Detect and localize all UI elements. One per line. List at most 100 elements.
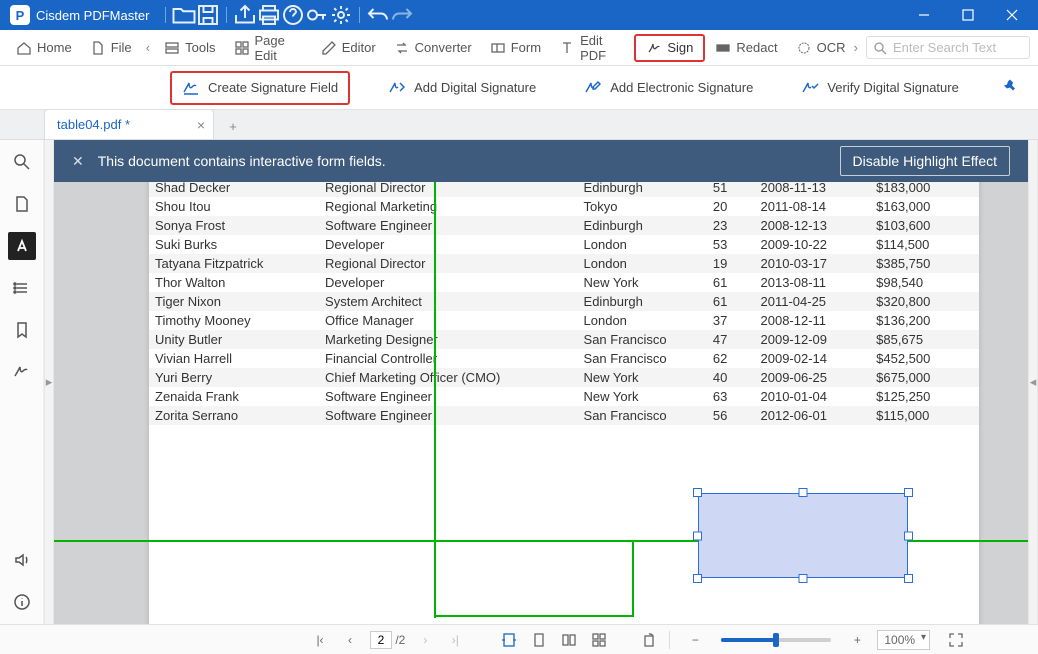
- table-cell: Vivian Harrell: [149, 349, 319, 368]
- next-page-icon[interactable]: ›: [415, 630, 435, 650]
- save-icon[interactable]: [196, 3, 220, 27]
- pages-panel-icon[interactable]: [8, 190, 36, 218]
- table-cell: Suki Burks: [149, 235, 319, 254]
- redo-icon[interactable]: [390, 3, 414, 27]
- expand-right-icon[interactable]: ◂: [1028, 140, 1038, 624]
- document-tab[interactable]: table04.pdf * ×: [44, 109, 214, 139]
- search-input[interactable]: [893, 40, 1023, 55]
- tab-converter-label: Converter: [415, 40, 472, 55]
- table-cell: $452,500: [870, 349, 979, 368]
- close-notice-icon[interactable]: ✕: [72, 153, 84, 170]
- table-cell: $115,000: [870, 406, 979, 425]
- table-row: Shou ItouRegional MarketingTokyo202011-0…: [149, 197, 979, 216]
- table-cell: $320,800: [870, 292, 979, 311]
- page-number-input[interactable]: [370, 631, 392, 649]
- resize-handle-br[interactable]: [904, 574, 913, 583]
- table-cell: Sonya Frost: [149, 216, 319, 235]
- fit-page-icon[interactable]: [529, 630, 549, 650]
- table-cell: 40: [707, 368, 755, 387]
- chevron-right-icon[interactable]: ›: [849, 38, 862, 58]
- resize-handle-bl[interactable]: [693, 574, 702, 583]
- undo-icon[interactable]: [366, 3, 390, 27]
- fit-width-icon[interactable]: [499, 630, 519, 650]
- zoom-select[interactable]: 100%: [877, 630, 930, 650]
- first-page-icon[interactable]: |‹: [310, 630, 330, 650]
- print-icon[interactable]: [257, 3, 281, 27]
- tab-tools-label: Tools: [185, 40, 215, 55]
- gear-icon[interactable]: [329, 3, 353, 27]
- canvas[interactable]: Sakura YamamotoSupport EngineerTokyo3720…: [54, 140, 1028, 624]
- table-cell: Financial Controller: [319, 349, 577, 368]
- resize-handle-bm[interactable]: [799, 574, 808, 583]
- help-icon[interactable]: [281, 3, 305, 27]
- last-page-icon[interactable]: ›|: [445, 630, 465, 650]
- tab-converter[interactable]: Converter: [386, 36, 480, 60]
- share-icon[interactable]: [233, 3, 257, 27]
- two-page-icon[interactable]: [559, 630, 579, 650]
- open-icon[interactable]: [172, 3, 196, 27]
- key-icon[interactable]: [305, 3, 329, 27]
- zoom-slider[interactable]: [721, 638, 831, 642]
- close-tab-icon[interactable]: ×: [197, 117, 205, 133]
- bookmarks-panel-icon[interactable]: [8, 316, 36, 344]
- table-cell: Software Engineer: [319, 406, 577, 425]
- maximize-button[interactable]: [946, 0, 990, 30]
- close-button[interactable]: [990, 0, 1034, 30]
- add-digital-signature-button[interactable]: Add Digital Signature: [378, 73, 546, 103]
- table-cell: Developer: [319, 273, 577, 292]
- resize-handle-tr[interactable]: [904, 488, 913, 497]
- search-box[interactable]: [866, 36, 1030, 59]
- fullscreen-icon[interactable]: [946, 630, 966, 650]
- table-cell: $136,200: [870, 311, 979, 330]
- signature-field-body[interactable]: [698, 493, 908, 578]
- text-panel-icon[interactable]: [8, 232, 36, 260]
- tab-file[interactable]: File: [82, 36, 140, 60]
- add-electronic-signature-button[interactable]: Add Electronic Signature: [574, 73, 763, 103]
- resize-handle-mr[interactable]: [904, 531, 913, 540]
- signature-field[interactable]: [693, 488, 913, 583]
- table-cell: Office Manager: [319, 311, 577, 330]
- tab-edit-pdf[interactable]: Edit PDF: [551, 29, 632, 67]
- create-signature-field-label: Create Signature Field: [208, 80, 338, 95]
- continuous-icon[interactable]: [589, 630, 609, 650]
- tab-editor[interactable]: Editor: [313, 36, 384, 60]
- info-icon[interactable]: [8, 588, 36, 616]
- sound-icon[interactable]: [8, 546, 36, 574]
- app-logo: P: [10, 5, 30, 25]
- document-tab-label: table04.pdf *: [57, 117, 130, 132]
- tab-ocr[interactable]: OCR: [788, 36, 848, 60]
- tab-page-edit-label: Page Edit: [255, 33, 303, 63]
- table-cell: London: [578, 311, 707, 330]
- pin-icon[interactable]: [1002, 78, 1018, 97]
- verify-digital-signature-button[interactable]: Verify Digital Signature: [791, 73, 969, 103]
- tab-page-edit[interactable]: Page Edit: [226, 29, 311, 67]
- signatures-panel-icon[interactable]: [8, 358, 36, 386]
- tab-tools[interactable]: Tools: [156, 36, 223, 60]
- prev-page-icon[interactable]: ‹: [340, 630, 360, 650]
- add-tab-button[interactable]: +: [220, 113, 246, 139]
- table-cell: 2009-12-09: [755, 330, 871, 349]
- rotate-icon[interactable]: [639, 630, 659, 650]
- resize-handle-ml[interactable]: [693, 531, 702, 540]
- tab-sign[interactable]: Sign: [634, 34, 705, 62]
- outline-panel-icon[interactable]: [8, 274, 36, 302]
- search-panel-icon[interactable]: [8, 148, 36, 176]
- tab-redact[interactable]: Redact: [707, 36, 785, 60]
- create-signature-field-button[interactable]: Create Signature Field: [170, 71, 350, 105]
- resize-handle-tl[interactable]: [693, 488, 702, 497]
- disable-highlight-button[interactable]: Disable Highlight Effect: [840, 146, 1010, 176]
- zoom-in-icon[interactable]: +: [847, 630, 867, 650]
- zoom-out-icon[interactable]: −: [685, 630, 705, 650]
- tab-home[interactable]: Home: [8, 36, 80, 60]
- tab-ocr-label: OCR: [817, 40, 846, 55]
- tab-form[interactable]: Form: [482, 36, 549, 60]
- table-cell: 2013-08-11: [755, 273, 871, 292]
- table-cell: Tokyo: [578, 197, 707, 216]
- table-row: Yuri BerryChief Marketing Officer (CMO)N…: [149, 368, 979, 387]
- table-cell: Regional Marketing: [319, 197, 577, 216]
- minimize-button[interactable]: [902, 0, 946, 30]
- table-cell: $98,540: [870, 273, 979, 292]
- expand-left-icon[interactable]: ▸: [44, 140, 54, 624]
- chevron-left-icon[interactable]: ‹: [142, 38, 155, 58]
- resize-handle-tm[interactable]: [799, 488, 808, 497]
